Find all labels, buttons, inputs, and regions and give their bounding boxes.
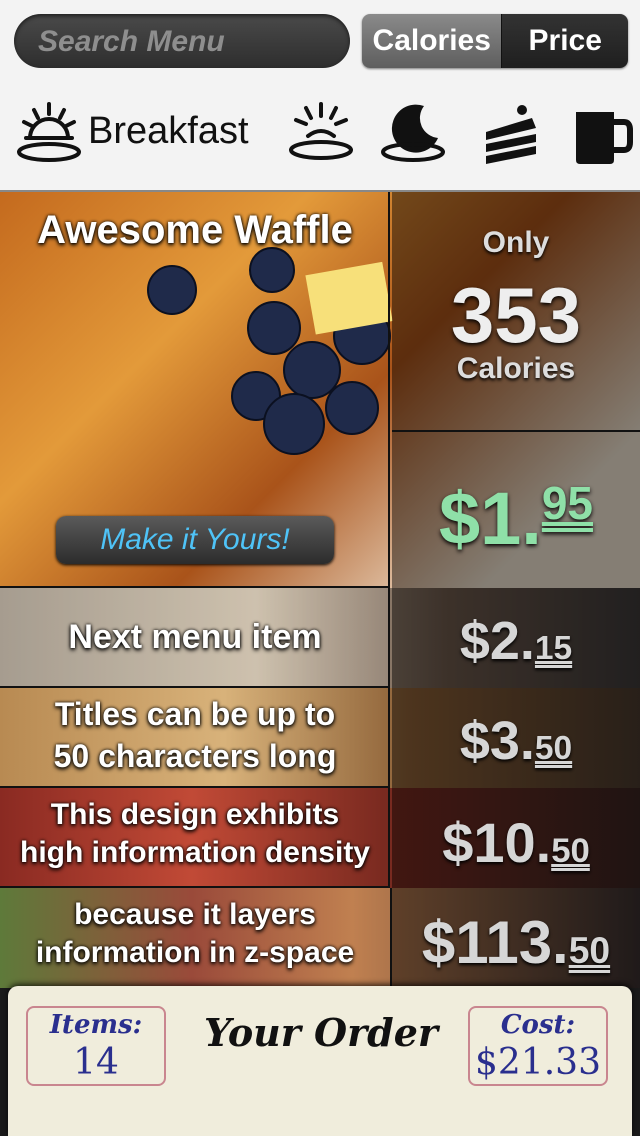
menu-item[interactable]: because it layers information in z-space… [0, 888, 640, 988]
item-title: Next menu item [68, 618, 322, 656]
sort-segmented-control[interactable]: Calories Price [362, 14, 628, 68]
item-title-line2: 50 characters long [53, 738, 337, 774]
cost-label: Cost: [500, 1010, 576, 1040]
sun-plate-icon[interactable] [286, 98, 356, 168]
item-price: $3.50 [392, 710, 640, 772]
item-price: $10.50 [392, 810, 640, 875]
sort-price-button[interactable]: Price [501, 14, 628, 68]
menu-item[interactable]: This design exhibits high information de… [0, 788, 640, 888]
price-dollars: $113. [421, 909, 569, 976]
featured-menu-item[interactable]: Awesome Waffle Only 353 Calories $1.95 M… [0, 192, 640, 588]
sunrise-plate-icon[interactable] [14, 98, 84, 168]
menu-item[interactable]: Next menu item $2.15 [0, 588, 640, 688]
price-cents: 50 [534, 730, 573, 767]
featured-price: $1.95 [392, 476, 640, 561]
order-panel[interactable]: Items: 14 Your Order Cost: $21.33 [8, 986, 632, 1136]
sort-calories-button[interactable]: Calories [362, 14, 502, 68]
cake-icon[interactable] [476, 98, 546, 168]
divider [392, 430, 640, 432]
item-title-line1: This design exhibits [50, 798, 340, 831]
make-it-yours-button[interactable]: Make it Yours! [56, 516, 334, 564]
calories-value: 353 [450, 271, 582, 359]
price-dollars: $2. [459, 611, 535, 671]
mug-icon[interactable] [566, 98, 636, 168]
price-cents: 15 [534, 630, 573, 667]
items-value: 14 [73, 1042, 119, 1083]
cost-box: Cost: $21.33 [468, 1006, 608, 1086]
item-title-line2: information in z-space [35, 936, 355, 969]
price-dollars: $3. [459, 711, 535, 771]
only-label: Only [482, 226, 550, 259]
cost-value: $21.33 [475, 1042, 601, 1083]
price-dollars: $10. [442, 811, 552, 874]
category-bar: Breakfast [0, 92, 640, 182]
item-price: $113.50 [392, 908, 640, 977]
price-cents: 50 [551, 832, 590, 870]
item-price: $2.15 [392, 610, 640, 672]
search-bar[interactable] [14, 14, 350, 70]
menu-item[interactable]: Titles can be up to 50 characters long $… [0, 688, 640, 788]
moon-plate-icon[interactable] [378, 98, 448, 168]
search-input[interactable] [36, 14, 340, 70]
price-dollars: $1. [438, 477, 542, 560]
item-title-line2: high information density [20, 836, 370, 869]
items-label: Items: [49, 1010, 143, 1040]
current-category-label: Breakfast [88, 110, 249, 152]
header-bar: Calories Price Breakfast [0, 0, 640, 192]
price-cents: 95 [541, 477, 594, 529]
item-title-line1: Titles can be up to [54, 696, 336, 732]
price-cents: 50 [568, 929, 611, 971]
calories-label: Calories [456, 352, 576, 385]
items-count-box: Items: 14 [26, 1006, 166, 1086]
item-title-line1: because it layers [74, 898, 316, 931]
featured-title: Awesome Waffle [37, 208, 353, 252]
order-title: Your Order [204, 1010, 438, 1055]
